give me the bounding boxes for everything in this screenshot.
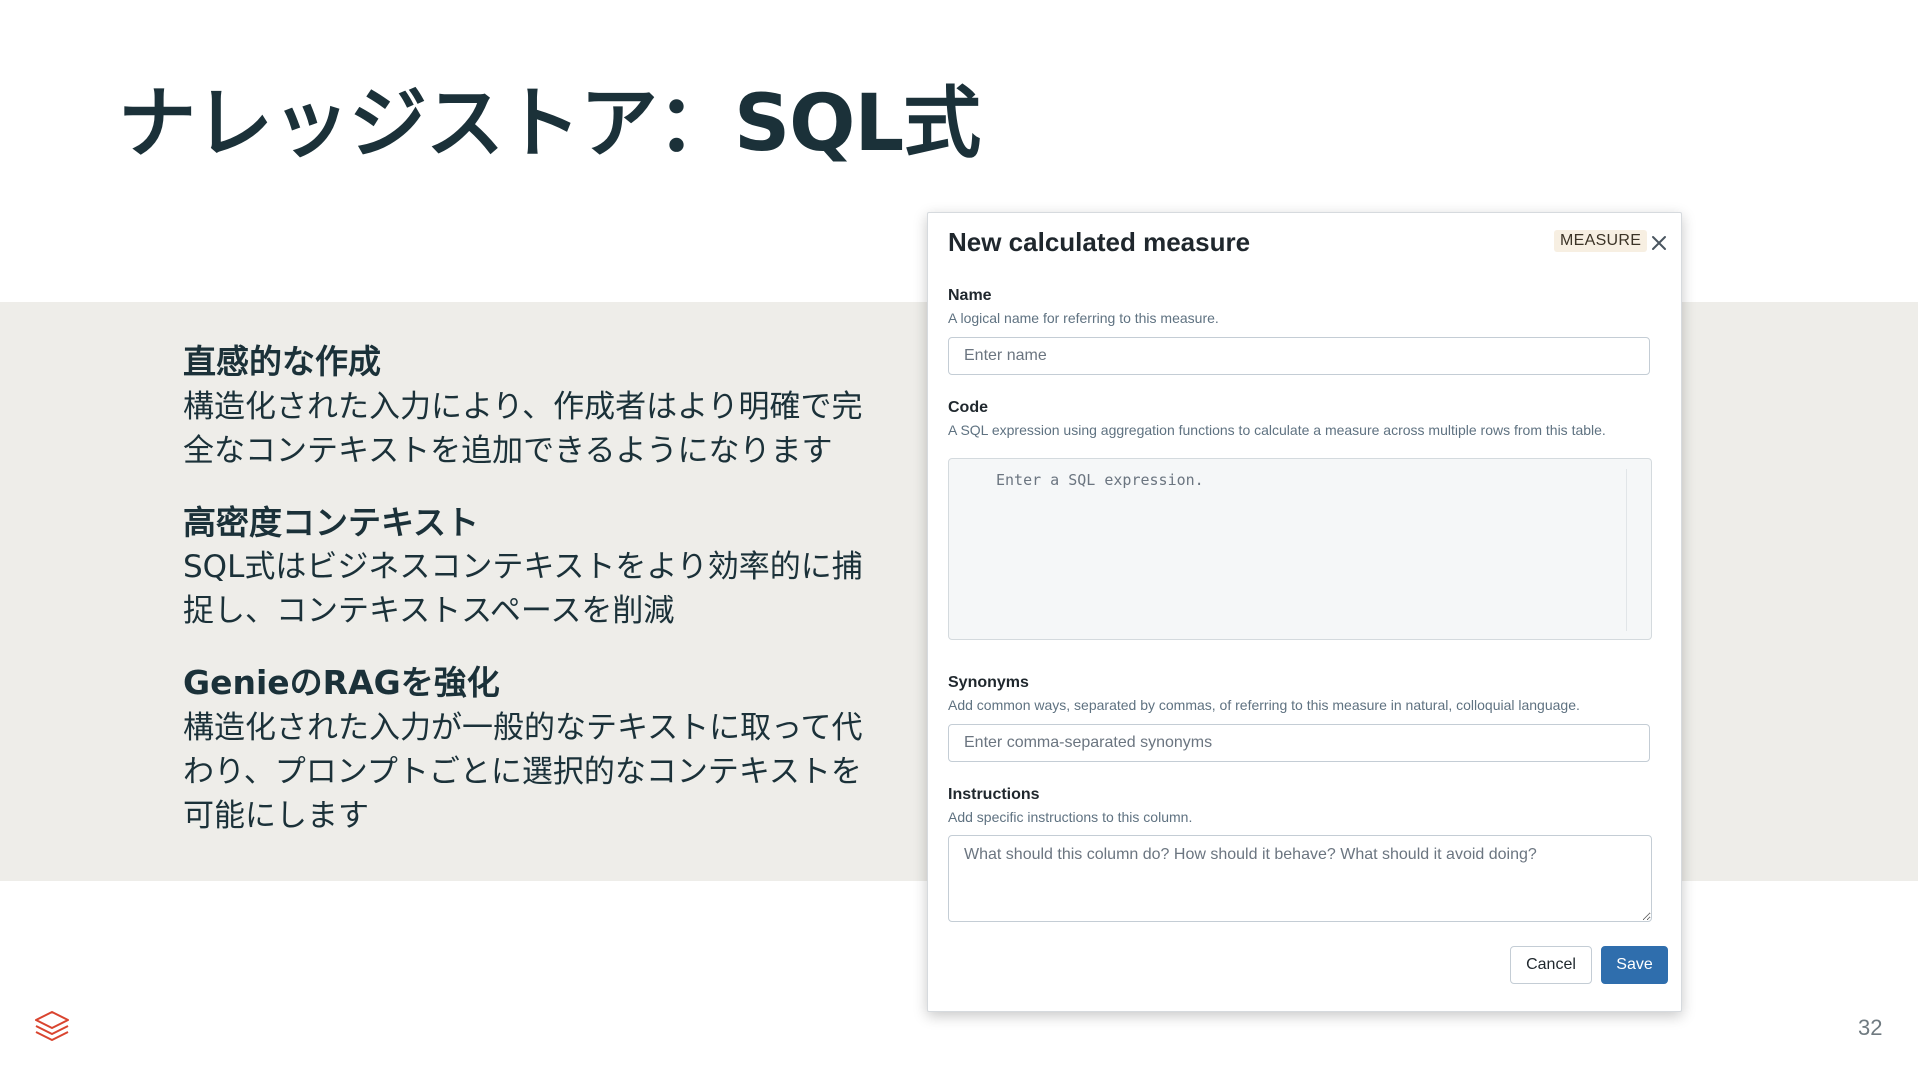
feature-heading: 直感的な作成 [183,342,381,381]
feature-description: SQL式はビジネスコンテキストをより効率的に捕捉し、コンテキストスペースを削減 [183,549,863,630]
name-input[interactable] [948,337,1650,375]
feature-description: 構造化された入力により、作成者はより明確で完全なコンテキストを追加できるようにな… [183,388,863,469]
measure-badge: MEASURE [1554,230,1648,252]
feature-point: GenieのRAGを強化 構造化された入力が一般的なテキストに取って代わり、プロ… [183,661,883,838]
new-measure-dialog: New calculated measure MEASURE Name A lo… [927,212,1682,1012]
editor-scrollbar [1626,469,1627,631]
code-label: Code [948,399,988,416]
code-placeholder: Enter a SQL expression. [996,471,1204,489]
feature-point: 高密度コンテキスト SQL式はビジネスコンテキストをより効率的に捕捉し、コンテキ… [183,501,883,634]
close-icon[interactable] [1650,234,1668,252]
synonyms-input[interactable] [948,724,1650,762]
synonyms-help-text: Add common ways, separated by commas, of… [948,697,1580,713]
databricks-logo-icon [35,1011,69,1041]
save-button[interactable]: Save [1601,946,1668,984]
instructions-textarea[interactable] [948,835,1652,922]
code-help-text: A SQL expression using aggregation funct… [948,422,1606,438]
feature-description: 構造化された入力が一般的なテキストに取って代わり、プロンプトごとに選択的なコンテ… [183,709,863,834]
feature-point: 直感的な作成 構造化された入力により、作成者はより明確で完全なコンテキストを追加… [183,340,883,473]
feature-heading: GenieのRAGを強化 [183,663,500,703]
feature-points: 直感的な作成 構造化された入力により、作成者はより明確で完全なコンテキストを追加… [183,340,883,866]
name-help-text: A logical name for referring to this mea… [948,310,1219,326]
instructions-help-text: Add specific instructions to this column… [948,809,1193,825]
feature-heading: 高密度コンテキスト [183,502,480,542]
dialog-title: New calculated measure [948,227,1251,257]
name-label: Name [948,287,992,304]
instructions-label: Instructions [948,786,1040,803]
sql-code-editor[interactable]: Enter a SQL expression. [948,458,1652,640]
slide-title: ナレッジストア：SQL式 [118,79,981,169]
page-number: 32 [1858,1015,1883,1040]
synonyms-label: Synonyms [948,674,1029,691]
cancel-button[interactable]: Cancel [1510,946,1592,984]
